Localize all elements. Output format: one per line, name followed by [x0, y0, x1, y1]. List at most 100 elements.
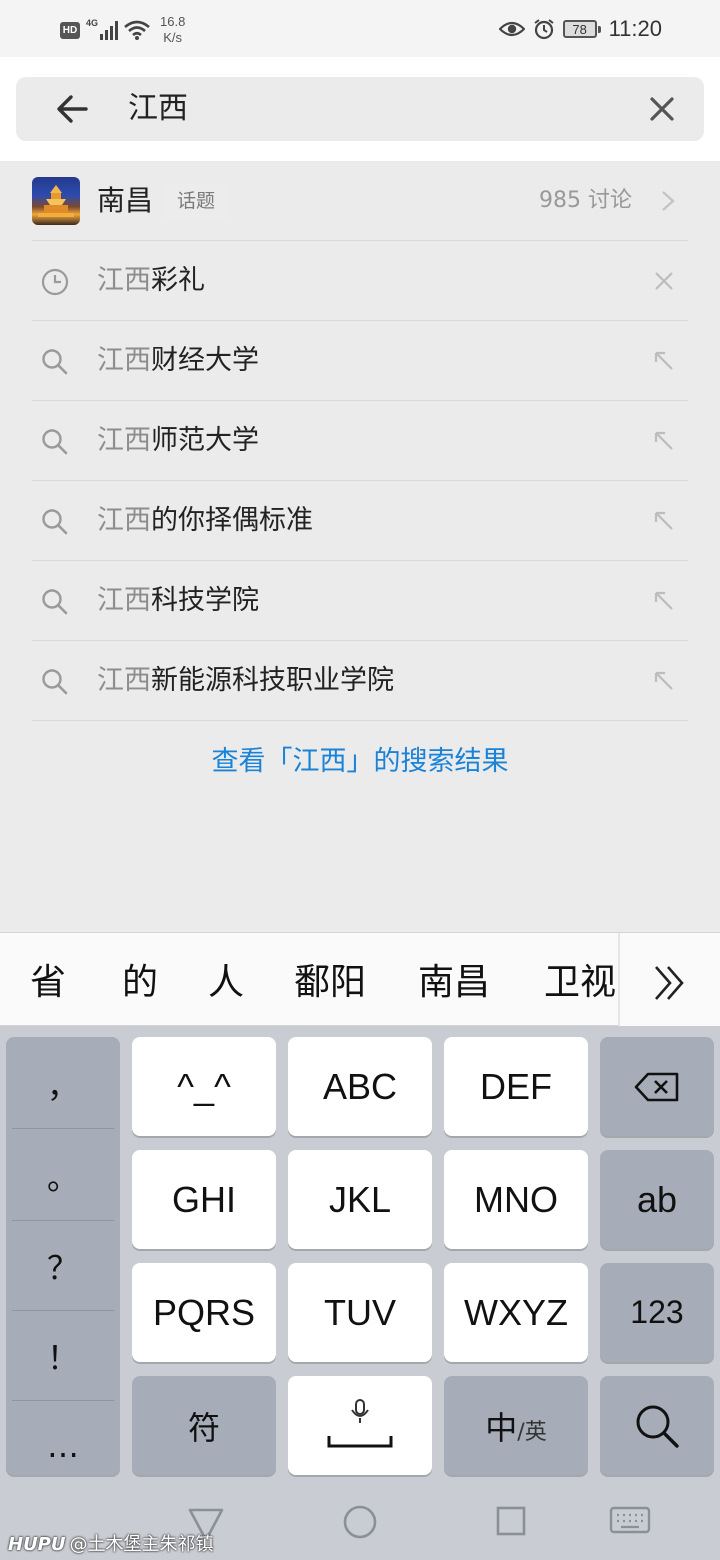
alarm-icon [533, 19, 554, 40]
search-icon [42, 429, 68, 455]
suggestion-highlight: 江西 [97, 265, 151, 296]
suggestion-highlight: 江西 [97, 505, 151, 536]
topic-discussion-count: 985 讨论 [539, 188, 632, 213]
suggestion-rest: 财经大学 [151, 345, 259, 376]
key-label: JKL [328, 1178, 392, 1220]
suggestion-list: 南昌 话题 985 讨论 江西彩礼 江西财经大学 江西师范大学 江西的你择偶标准… [0, 161, 720, 777]
topic-name: 南昌 [97, 184, 154, 217]
pagoda-image-icon [38, 185, 74, 217]
number-mode-key[interactable]: 123 [600, 1263, 714, 1362]
fill-query-arrow-icon[interactable] [652, 589, 676, 613]
key-label: 123 [630, 1294, 684, 1330]
fill-query-arrow-icon[interactable] [652, 429, 676, 453]
key-label: GHI [171, 1178, 236, 1220]
search-icon [636, 1405, 679, 1448]
topic-tag: 话题 [164, 184, 229, 219]
lang-en-label: 英 [524, 1419, 547, 1445]
backspace-key[interactable] [600, 1037, 714, 1136]
key-tuv[interactable]: TUV [288, 1263, 432, 1362]
fill-query-arrow-icon[interactable] [652, 349, 676, 373]
back-arrow-icon[interactable] [52, 89, 92, 129]
suggestion-text: 江西的你择偶标准 [97, 501, 313, 541]
topic-thumbnail [32, 177, 80, 225]
suggestion-rest: 彩礼 [151, 265, 205, 296]
suggestion-text: 江西财经大学 [97, 341, 259, 381]
english-mode-key[interactable]: ab [600, 1150, 714, 1249]
key-mno[interactable]: MNO [444, 1150, 588, 1249]
candidate-word[interactable]: 人 [208, 933, 244, 1027]
watermark: HUPU @土木堡主朱祁镇 [8, 1530, 214, 1556]
space-mic-icon [327, 1398, 393, 1447]
topic-row[interactable]: 南昌 话题 985 讨论 [32, 161, 688, 241]
punct-key-exclamation[interactable]: ！ [12, 1311, 114, 1401]
key-label: ABC [322, 1065, 398, 1107]
punctuation-panel[interactable]: ， 。 ？ ！ … [6, 1037, 120, 1475]
emoticon-key[interactable]: ^_^ [132, 1037, 276, 1136]
fill-query-arrow-icon[interactable] [652, 669, 676, 693]
key-label: PQRS [152, 1291, 256, 1333]
key-label: ^_^ [177, 1065, 231, 1107]
suggestion-text: 江西彩礼 [97, 261, 205, 301]
chevron-right-icon [662, 191, 675, 211]
key-label: WXYZ [464, 1291, 568, 1333]
search-icon [42, 349, 68, 375]
suggestion-rest: 科技学院 [151, 585, 259, 616]
punct-key-ellipsis[interactable]: … [12, 1401, 114, 1491]
suggestion-rest: 新能源科技职业学院 [151, 665, 394, 696]
punct-key-question[interactable]: ？ [12, 1221, 114, 1311]
search-input[interactable]: 江西 [128, 89, 188, 129]
lang-sep: / [517, 1419, 525, 1445]
history-item[interactable]: 江西彩礼 [32, 241, 688, 321]
ime-keyboard: ， 。 ？ ！ … ^_^ ABC DEF GHI JKL MNO ab PQR… [0, 1026, 720, 1490]
wifi-icon [124, 20, 150, 40]
backspace-icon [634, 1072, 679, 1101]
suggestion-item[interactable]: 江西新能源科技职业学院 [32, 641, 688, 721]
delete-history-icon[interactable] [652, 269, 676, 293]
suggestion-highlight: 江西 [97, 665, 151, 696]
history-clock-icon [41, 268, 69, 296]
key-pqrs[interactable]: PQRS [132, 1263, 276, 1362]
keyboard-toggle-icon[interactable] [608, 1504, 652, 1544]
search-icon [42, 509, 68, 535]
battery-icon: 78 [562, 20, 601, 38]
key-label: TUV [324, 1291, 396, 1333]
candidate-word[interactable]: 南昌 [418, 933, 490, 1027]
lang-zh-label: 中 [485, 1408, 518, 1447]
key-label: 中/英 [485, 1403, 546, 1449]
search-key[interactable] [600, 1376, 714, 1475]
language-switch-key[interactable]: 中/英 [444, 1376, 588, 1475]
key-abc[interactable]: ABC [288, 1037, 432, 1136]
speed-value: 16.8 [160, 14, 186, 29]
network-speed: 16.8 K/s [160, 14, 185, 46]
expand-candidates-button[interactable] [618, 933, 720, 1027]
watermark-user: @土木堡主朱祁镇 [69, 1534, 214, 1555]
double-chevron-right-icon [655, 966, 684, 1000]
nav-recents-icon[interactable] [492, 1504, 532, 1544]
key-wxyz[interactable]: WXYZ [444, 1263, 588, 1362]
symbol-key[interactable]: 符 [132, 1376, 276, 1475]
search-box[interactable]: 江西 [16, 77, 704, 141]
signal-icon [100, 20, 119, 40]
key-jkl[interactable]: JKL [288, 1150, 432, 1249]
nav-home-icon[interactable] [340, 1504, 380, 1544]
clear-icon[interactable] [644, 91, 680, 127]
candidate-word[interactable]: 卫视 [544, 933, 616, 1027]
fill-query-arrow-icon[interactable] [652, 509, 676, 533]
suggestion-text: 江西师范大学 [97, 421, 259, 461]
suggestion-item[interactable]: 江西科技学院 [32, 561, 688, 641]
candidate-word[interactable]: 的 [122, 933, 158, 1027]
space-key[interactable] [288, 1376, 432, 1475]
watermark-brand: HUPU [8, 1534, 66, 1555]
punct-key-period[interactable]: 。 [12, 1131, 114, 1221]
candidate-word[interactable]: 省 [30, 933, 66, 1027]
suggestion-item[interactable]: 江西财经大学 [32, 321, 688, 401]
key-def[interactable]: DEF [444, 1037, 588, 1136]
punct-key-comma[interactable]: ， [12, 1039, 114, 1129]
suggestion-item[interactable]: 江西的你择偶标准 [32, 481, 688, 561]
network-type: 4G [86, 18, 99, 28]
key-ghi[interactable]: GHI [132, 1150, 276, 1249]
suggestion-item[interactable]: 江西师范大学 [32, 401, 688, 481]
candidate-word[interactable]: 鄱阳 [294, 933, 366, 1027]
key-label: DEF [480, 1065, 552, 1107]
see-all-results-link[interactable]: 查看「江西」的搜索结果 [0, 721, 720, 803]
